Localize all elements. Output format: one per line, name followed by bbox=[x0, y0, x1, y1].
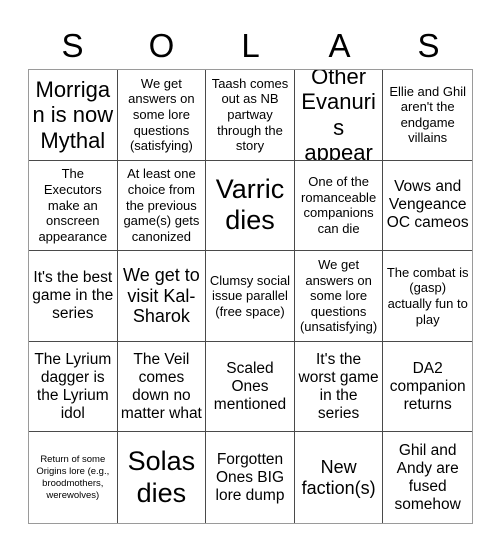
bingo-cell-r2c5[interactable]: Vows and Vengeance OC cameos bbox=[383, 160, 472, 252]
bingo-cell-text: Ellie and Ghil aren't the endgame villai… bbox=[389, 83, 466, 146]
header-letter-5: S bbox=[417, 26, 440, 64]
bingo-cell-text: Return of some Origins lore (e.g., brood… bbox=[36, 453, 110, 501]
bingo-cell-text: It's the best game in the series bbox=[32, 269, 114, 322]
bingo-header: S O L A S bbox=[28, 22, 473, 68]
header-letter-1: S bbox=[61, 26, 84, 64]
bingo-cell-text: At least one choice from the previous ga… bbox=[123, 166, 200, 244]
bingo-cell-r2c3[interactable]: Varric dies bbox=[206, 160, 295, 252]
bingo-cell-r2c4[interactable]: One of the romanceable companions can di… bbox=[294, 160, 384, 252]
bingo-cell-r3c4[interactable]: We get answers on some lore questions (u… bbox=[294, 251, 384, 342]
bingo-cell-r5c5[interactable]: Ghil and Andy are fused somehow bbox=[383, 432, 472, 523]
header-letter-4: A bbox=[328, 26, 351, 64]
bingo-cell-r3c5[interactable]: The combat is (gasp) actually fun to pla… bbox=[383, 251, 472, 342]
bingo-cell-text: Morrigan is now Mythal bbox=[32, 76, 114, 153]
bingo-cell-r4c2[interactable]: The Veil comes down no matter what bbox=[117, 341, 207, 433]
bingo-cell-text: Clumsy social issue parallel (free space… bbox=[209, 272, 291, 319]
bingo-cell-text: The Lyrium dagger is the Lyrium idol bbox=[34, 350, 112, 422]
bingo-cell-text: The combat is (gasp) actually fun to pla… bbox=[386, 264, 469, 327]
bingo-cell-text: Vows and Vengeance OC cameos bbox=[386, 178, 469, 232]
bingo-cell-r4c1[interactable]: The Lyrium dagger is the Lyrium idol bbox=[29, 341, 118, 433]
bingo-cell-text: We get answers on some lore questions (s… bbox=[128, 75, 195, 154]
bingo-cell-r4c4[interactable]: It's the worst game in the series bbox=[294, 341, 384, 433]
bingo-cell-r4c5[interactable]: DA2 companion returns bbox=[383, 341, 472, 433]
bingo-cell-text: One of the romanceable companions can di… bbox=[301, 174, 377, 236]
bingo-cell-text: The Veil comes down no matter what bbox=[120, 350, 202, 422]
bingo-cell-r5c3[interactable]: Forgotten Ones BIG lore dump bbox=[206, 432, 295, 523]
bingo-cell-text: Varric dies bbox=[215, 173, 285, 236]
bingo-cell-r1c3[interactable]: Taash comes out as NB partway through th… bbox=[206, 70, 295, 161]
bingo-card: S O L A S Morrigan is now Mythal We get … bbox=[0, 0, 500, 544]
bingo-grid: Morrigan is now Mythal We get answers on… bbox=[28, 69, 473, 524]
bingo-cell-text: Taash comes out as NB partway through th… bbox=[211, 75, 289, 154]
bingo-cell-r5c2[interactable]: Solas dies bbox=[117, 432, 207, 523]
header-letter-2: O bbox=[148, 26, 175, 64]
bingo-cell-text: The Executors make an onscreen appearanc… bbox=[38, 166, 108, 244]
bingo-cell-r2c1[interactable]: The Executors make an onscreen appearanc… bbox=[29, 160, 118, 252]
bingo-cell-r1c1[interactable]: Morrigan is now Mythal bbox=[29, 70, 118, 161]
bingo-cell-r1c2[interactable]: We get answers on some lore questions (s… bbox=[117, 70, 207, 161]
bingo-cell-r1c5[interactable]: Ellie and Ghil aren't the endgame villai… bbox=[383, 70, 472, 161]
bingo-cell-r3c2[interactable]: We get to visit Kal-Sharok bbox=[117, 251, 207, 342]
bingo-cell-text: New faction(s) bbox=[301, 456, 376, 498]
bingo-cell-r3c1[interactable]: It's the best game in the series bbox=[29, 251, 118, 342]
bingo-cell-r1c4[interactable]: Other Evanuris appear bbox=[294, 70, 384, 161]
bingo-cell-r5c1[interactable]: Return of some Origins lore (e.g., brood… bbox=[29, 432, 118, 523]
bingo-cell-r5c4[interactable]: New faction(s) bbox=[294, 432, 384, 523]
bingo-cell-text: DA2 companion returns bbox=[389, 359, 466, 413]
bingo-cell-text: We get answers on some lore questions (u… bbox=[299, 257, 378, 335]
bingo-cell-text: We get to visit Kal-Sharok bbox=[123, 264, 200, 327]
bingo-cell-text: Scaled Ones mentioned bbox=[213, 359, 287, 413]
header-letter-3: L bbox=[241, 26, 260, 64]
bingo-cell-text: Ghil and Andy are fused somehow bbox=[394, 441, 461, 513]
bingo-cell-text: Other Evanuris appear bbox=[301, 70, 376, 161]
bingo-cell-text: It's the worst game in the series bbox=[298, 350, 379, 422]
bingo-cell-r2c2[interactable]: At least one choice from the previous ga… bbox=[117, 160, 207, 252]
bingo-cell-free-space[interactable]: Clumsy social issue parallel (free space… bbox=[206, 251, 295, 342]
bingo-cell-r4c3[interactable]: Scaled Ones mentioned bbox=[206, 341, 295, 433]
bingo-cell-text: Forgotten Ones BIG lore dump bbox=[215, 450, 285, 504]
bingo-cell-text: Solas dies bbox=[127, 445, 196, 508]
